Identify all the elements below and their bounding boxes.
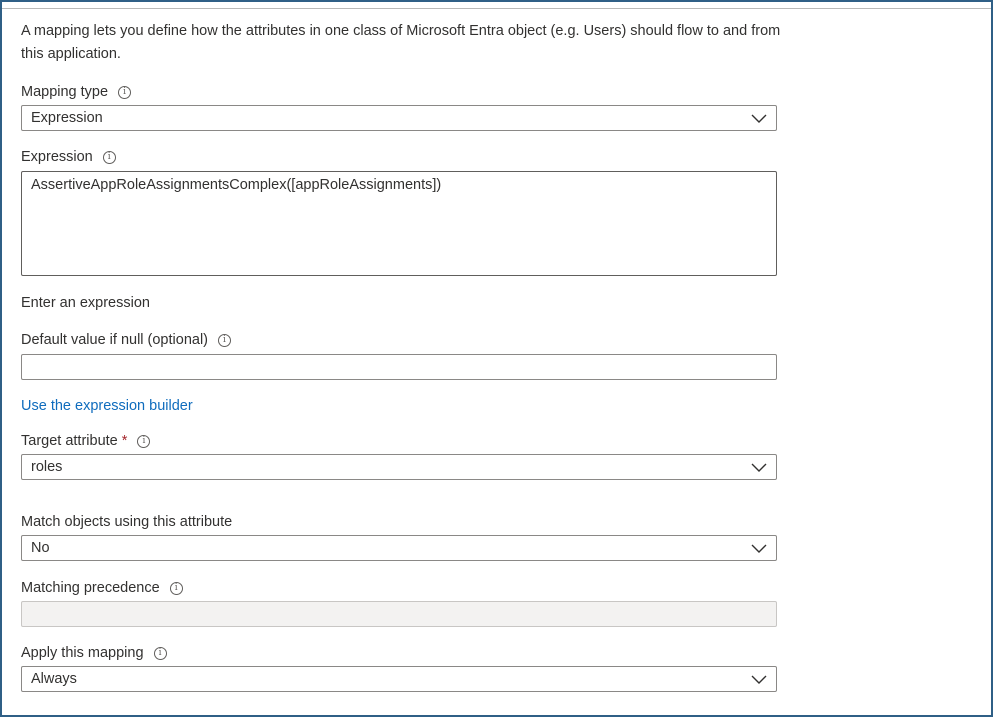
mapping-type-dropdown[interactable]: Expression [21, 105, 777, 131]
mapping-type-value: Expression [31, 110, 103, 126]
expression-label: Expression [21, 149, 93, 165]
match-objects-label: Match objects using this attribute [21, 514, 233, 530]
required-marker: * [121, 433, 128, 449]
target-attribute-value: roles [31, 459, 63, 475]
top-divider [2, 8, 991, 9]
apply-mapping-label-row: Apply this mapping i [21, 643, 167, 663]
chevron-down-icon [751, 544, 767, 553]
info-icon[interactable]: i [153, 646, 167, 660]
match-objects-dropdown[interactable]: No [21, 535, 777, 561]
apply-mapping-dropdown[interactable]: Always [21, 666, 777, 692]
target-attribute-label-row: Target attribute * i [21, 431, 151, 451]
match-objects-label-row: Match objects using this attribute [21, 512, 232, 532]
mapping-type-label: Mapping type [21, 84, 109, 100]
expression-label-row: Expression i [21, 147, 116, 167]
match-objects-value: No [31, 540, 50, 556]
info-icon[interactable]: i [118, 85, 132, 99]
apply-mapping-label: Apply this mapping [21, 645, 144, 661]
matching-precedence-label-row: Matching precedence i [21, 578, 183, 598]
chevron-down-icon [751, 675, 767, 684]
mapping-type-label-row: Mapping type i [21, 82, 132, 102]
expression-builder-link[interactable]: Use the expression builder [21, 396, 193, 416]
default-value-label: Default value if null (optional) [21, 332, 208, 348]
chevron-down-icon [751, 463, 767, 472]
matching-precedence-input [21, 601, 777, 627]
mapping-description: A mapping lets you define how the attrib… [21, 23, 781, 62]
chevron-down-icon [751, 114, 767, 123]
default-value-label-row: Default value if null (optional) i [21, 330, 231, 350]
matching-precedence-label: Matching precedence [21, 580, 160, 596]
info-icon[interactable]: i [102, 150, 116, 164]
expression-textarea[interactable]: AssertiveAppRoleAssignmentsComplex([appR… [21, 171, 777, 276]
expression-value: AssertiveAppRoleAssignmentsComplex([appR… [31, 177, 442, 193]
target-attribute-label: Target attribute [21, 433, 118, 449]
apply-mapping-value: Always [31, 671, 77, 687]
info-icon[interactable]: i [137, 434, 151, 448]
default-value-input[interactable] [21, 354, 777, 380]
info-icon[interactable]: i [218, 333, 231, 347]
expression-hint: Enter an expression [21, 295, 150, 311]
info-icon[interactable]: i [169, 581, 183, 595]
target-attribute-dropdown[interactable]: roles [21, 454, 777, 480]
